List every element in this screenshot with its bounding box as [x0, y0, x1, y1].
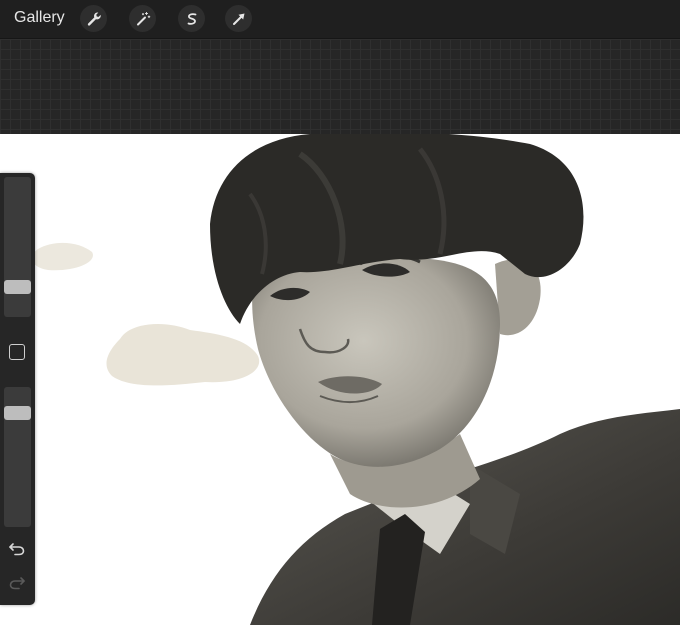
brush-size-handle[interactable] [4, 280, 31, 295]
actions-button[interactable] [80, 5, 107, 32]
artwork-portrait [32, 134, 680, 625]
brush-size-slider[interactable] [4, 177, 31, 317]
selection-s-icon [187, 12, 196, 25]
transform-button[interactable] [225, 5, 252, 32]
left-sidebar [0, 173, 35, 605]
opacity-handle[interactable] [4, 405, 31, 420]
redo-icon[interactable] [7, 574, 27, 592]
undo-icon[interactable] [7, 540, 27, 558]
selection-button[interactable] [178, 5, 205, 32]
modify-button[interactable] [9, 344, 25, 360]
workspace-backdrop [0, 39, 680, 134]
arrow-cursor-icon [232, 13, 244, 25]
gallery-button[interactable]: Gallery [14, 9, 65, 27]
magic-wand-icon [136, 11, 150, 25]
drawing-canvas[interactable] [0, 134, 680, 625]
adjustments-button[interactable] [129, 5, 156, 32]
wrench-icon [87, 12, 101, 26]
top-toolbar: Gallery [0, 0, 680, 39]
